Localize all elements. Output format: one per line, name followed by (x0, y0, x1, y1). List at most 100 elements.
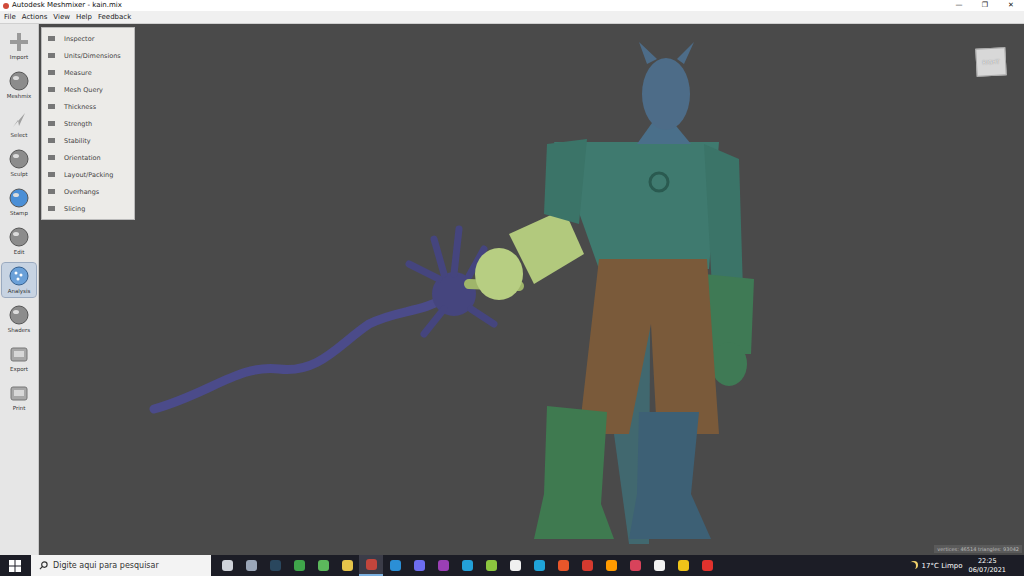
analysis-menu-item[interactable]: Units/Dimensions (42, 47, 134, 64)
tool-label: Import (10, 53, 28, 61)
tool-button[interactable]: Analysis (2, 263, 36, 297)
menu-item-label: Stability (64, 137, 91, 145)
taskbar-app[interactable] (647, 555, 671, 576)
search-box[interactable]: Digite aqui para pesquisar (31, 555, 211, 576)
taskbar-app[interactable] (671, 555, 695, 576)
tool-icon (8, 382, 30, 404)
analysis-menu-item[interactable]: Orientation (42, 149, 134, 166)
windows-start-icon[interactable] (8, 559, 22, 573)
tool-button[interactable]: Edit (2, 224, 36, 258)
view-cube[interactable]: RIGHT (975, 47, 1006, 77)
taskbar-app[interactable] (383, 555, 407, 576)
app-icon (270, 560, 281, 571)
taskbar-app[interactable] (695, 555, 719, 576)
menu-item-icon (47, 102, 56, 111)
analysis-menu-item[interactable]: Overhangs (42, 183, 134, 200)
window-control-button[interactable]: — (946, 0, 972, 11)
toolbar: Import Meshmix Select Sculpt Stamp Edit … (0, 24, 39, 555)
menu-item-icon (47, 119, 56, 128)
3d-viewport[interactable]: Inspector Units/Dimensions Measure Mesh … (39, 24, 1024, 555)
analysis-menu-item[interactable]: Stability (42, 132, 134, 149)
taskbar-app[interactable] (359, 555, 383, 576)
tool-button[interactable]: Print (2, 380, 36, 414)
app-icon (606, 560, 617, 571)
analysis-menu-item[interactable]: Layout/Packing (42, 166, 134, 183)
tool-label: Select (11, 131, 28, 139)
app-icon (294, 560, 305, 571)
tool-button[interactable]: Import (2, 29, 36, 63)
weather[interactable]: 17°C Limpo (922, 562, 963, 570)
character-model[interactable] (39, 24, 1024, 555)
menu-item-label: Inspector (64, 35, 94, 43)
taskbar-app[interactable] (407, 555, 431, 576)
menu-item[interactable]: Feedback (98, 13, 131, 21)
app-icon (630, 560, 641, 571)
tool-button[interactable]: Shaders (2, 302, 36, 336)
app-icon (510, 560, 521, 571)
taskbar-app[interactable] (431, 555, 455, 576)
window-control-button[interactable]: ✕ (998, 0, 1024, 11)
app-icon (582, 560, 593, 571)
taskbar-app[interactable] (287, 555, 311, 576)
moon-icon (908, 562, 916, 570)
menu-bar: File Actions View Help Feedback (0, 11, 1024, 24)
analysis-menu-item[interactable]: Strength (42, 115, 134, 132)
window-control-button[interactable]: ❐ (972, 0, 998, 11)
menu-item[interactable]: View (53, 13, 70, 21)
app-icon (390, 560, 401, 571)
clock[interactable]: 22:25 06/07/2021 (969, 557, 1006, 575)
analysis-menu-item[interactable]: Thickness (42, 98, 134, 115)
taskbar-app[interactable] (335, 555, 359, 576)
tool-icon (8, 226, 30, 248)
analysis-menu-item[interactable]: Mesh Query (42, 81, 134, 98)
tool-button[interactable]: Stamp (2, 185, 36, 219)
app-icon (342, 560, 353, 571)
menu-item-icon (47, 51, 56, 60)
tool-icon (8, 148, 30, 170)
app-icon (558, 560, 569, 571)
tool-icon (8, 187, 30, 209)
taskbar-app[interactable] (575, 555, 599, 576)
tool-icon (8, 265, 30, 287)
app-icon (222, 560, 233, 571)
search-icon (39, 561, 48, 570)
search-placeholder: Digite aqui para pesquisar (53, 561, 159, 570)
window-title: Autodesk Meshmixer - kain.mix (12, 0, 943, 11)
tool-button[interactable]: Meshmix (2, 68, 36, 102)
menu-item-label: Layout/Packing (64, 171, 113, 179)
menu-item[interactable]: Actions (22, 13, 48, 21)
tool-label: Meshmix (7, 92, 32, 100)
taskbar-app[interactable] (527, 555, 551, 576)
taskbar-app[interactable] (599, 555, 623, 576)
taskbar-app[interactable] (311, 555, 335, 576)
tool-icon (8, 304, 30, 326)
analysis-menu-item[interactable]: Measure (42, 64, 134, 81)
taskbar-app[interactable] (239, 555, 263, 576)
date: 06/07/2021 (969, 566, 1006, 575)
taskbar-app[interactable] (215, 555, 239, 576)
taskbar-app[interactable] (503, 555, 527, 576)
menu-item[interactable]: File (4, 13, 16, 21)
tool-button[interactable]: Export (2, 341, 36, 375)
taskbar-app[interactable] (623, 555, 647, 576)
taskbar-app[interactable] (479, 555, 503, 576)
menu-item-label: Measure (64, 69, 92, 77)
menu-item-label: Orientation (64, 154, 101, 162)
taskbar-app[interactable] (551, 555, 575, 576)
tool-label: Print (13, 404, 26, 412)
tool-button[interactable]: Sculpt (2, 146, 36, 180)
menu-item[interactable]: Help (76, 13, 92, 21)
menu-item-label: Mesh Query (64, 86, 103, 94)
taskbar-app[interactable] (263, 555, 287, 576)
app-icon (654, 560, 665, 571)
menu-item-icon (47, 187, 56, 196)
app-icon (414, 560, 425, 571)
app-icon (534, 560, 545, 571)
analysis-menu-item[interactable]: Inspector (42, 30, 134, 47)
menu-item-label: Strength (64, 120, 92, 128)
app-icon (486, 560, 497, 571)
analysis-menu-item[interactable]: Slicing (42, 200, 134, 217)
tool-button[interactable]: Select (2, 107, 36, 141)
taskbar-app[interactable] (455, 555, 479, 576)
app-icon (246, 560, 257, 571)
